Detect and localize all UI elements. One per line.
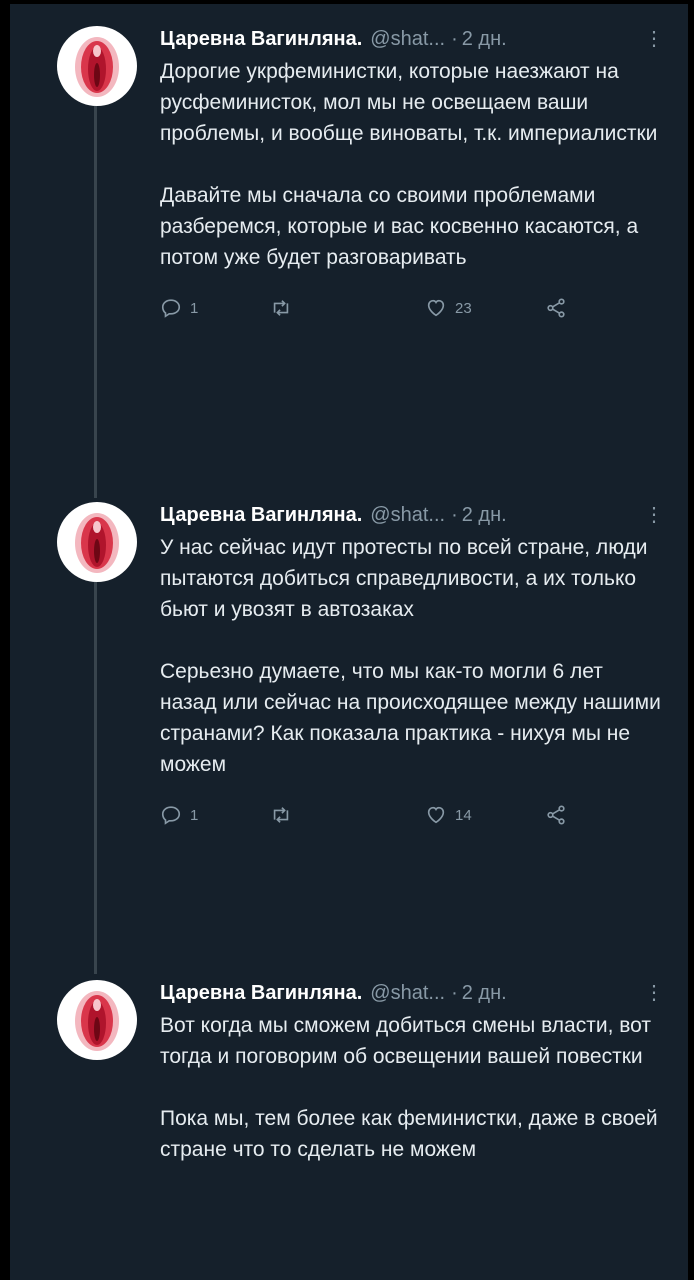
timestamp[interactable]: 2 дн. — [462, 502, 507, 528]
tweet-text: Дорогие укрфеминистки, которые наезжают … — [160, 56, 664, 273]
separator-dot: · — [451, 504, 458, 526]
tweet-paragraph: Пока мы, тем более как феминистки, даже … — [160, 1107, 658, 1161]
share-icon — [547, 298, 565, 318]
like-count: 23 — [455, 299, 472, 317]
heart-icon — [427, 806, 445, 824]
avatar[interactable] — [57, 502, 137, 582]
reply-icon — [161, 806, 181, 825]
author-handle[interactable]: @shat... — [370, 980, 445, 1006]
avatar-image — [75, 37, 119, 97]
tweet-paragraph: Давайте мы сначала со своими проблемами … — [160, 184, 639, 269]
tweet[interactable]: Царевна Вагинляна. @shat... · 2 дн. ⋮ У … — [10, 480, 688, 960]
tweet-paragraph: Серьезно думаете, что мы как-то могли 6 … — [160, 660, 661, 776]
timestamp[interactable]: 2 дн. — [462, 26, 507, 52]
avatar[interactable] — [57, 26, 137, 106]
like-button[interactable]: 14 — [425, 804, 545, 826]
author-name[interactable]: Царевна Вагинляна. — [160, 980, 362, 1006]
heart-icon — [427, 299, 445, 317]
retweet-button[interactable] — [270, 804, 425, 826]
tweet-header: Царевна Вагинляна. @shat... · 2 дн. ⋮ — [160, 26, 664, 52]
timestamp[interactable]: 2 дн. — [462, 980, 507, 1006]
avatar[interactable] — [57, 980, 137, 1060]
author-handle[interactable]: @shat... — [370, 26, 445, 52]
tweet-text: У нас сейчас идут протесты по всей стран… — [160, 532, 664, 780]
tweet-paragraph: У нас сейчас идут протесты по всей стран… — [160, 536, 648, 621]
more-vertical-icon[interactable]: ⋮ — [644, 980, 664, 1006]
tweet-paragraph: Вот когда мы сможем добиться смены власт… — [160, 1014, 651, 1068]
avatar-image — [75, 991, 119, 1051]
reply-count: 1 — [190, 806, 199, 824]
retweet-icon — [273, 300, 289, 316]
author-name[interactable]: Царевна Вагинляна. — [160, 26, 362, 52]
avatar-image — [75, 513, 119, 573]
retweet-button[interactable] — [270, 297, 425, 319]
tweet-text: Вот когда мы сможем добиться смены власт… — [160, 1010, 664, 1165]
tweet-header: Царевна Вагинляна. @shat... · 2 дн. ⋮ — [160, 502, 664, 528]
share-icon — [547, 805, 565, 825]
share-button[interactable] — [545, 297, 567, 319]
reply-button[interactable]: 1 — [160, 297, 270, 319]
tweet-actions: 1 23 — [160, 297, 664, 319]
separator-dot: · — [451, 28, 458, 50]
tweet-actions: 1 14 — [160, 804, 664, 826]
retweet-icon — [273, 807, 289, 823]
author-name[interactable]: Царевна Вагинляна. — [160, 502, 362, 528]
reply-button[interactable]: 1 — [160, 804, 270, 826]
more-vertical-icon[interactable]: ⋮ — [644, 502, 664, 528]
tweet-header: Царевна Вагинляна. @shat... · 2 дн. ⋮ — [160, 980, 664, 1006]
tweet-paragraph: Дорогие укрфеминистки, которые наезжают … — [160, 60, 658, 145]
tweet-thread-screen: Царевна Вагинляна. @shat... · 2 дн. ⋮ До… — [0, 0, 694, 1280]
tweet[interactable]: Царевна Вагинляна. @shat... · 2 дн. ⋮ До… — [10, 4, 688, 484]
tweet[interactable]: Царевна Вагинляна. @shat... · 2 дн. ⋮ Во… — [10, 958, 688, 1280]
reply-count: 1 — [190, 299, 199, 317]
separator-dot: · — [451, 982, 458, 1004]
more-vertical-icon[interactable]: ⋮ — [644, 26, 664, 52]
author-handle[interactable]: @shat... — [370, 502, 445, 528]
share-button[interactable] — [545, 804, 567, 826]
like-button[interactable]: 23 — [425, 297, 545, 319]
like-count: 14 — [455, 806, 472, 824]
reply-icon — [161, 299, 181, 318]
